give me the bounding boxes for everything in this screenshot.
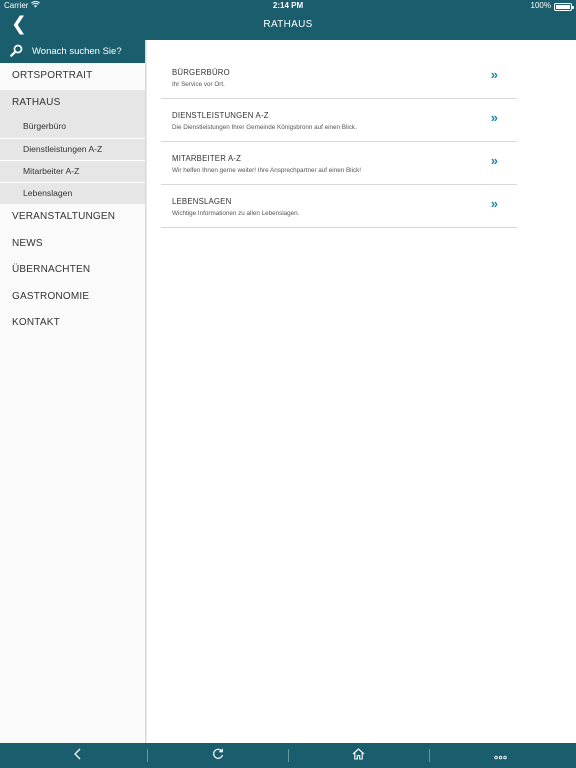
status-time: 2:14 PM xyxy=(272,1,304,10)
sidebar-item-rathaus[interactable]: RATHAUS xyxy=(0,89,145,116)
toolbar-divider xyxy=(147,749,148,762)
list-item-description: Die Dienstleistungen Ihrer Gemeinde Köni… xyxy=(172,124,357,131)
list-item-description: Wir helfen Ihnen gerne weiter! Ihre Ansp… xyxy=(172,167,362,174)
list-item-title: DIENSTLEISTUNGEN A-Z xyxy=(172,111,269,120)
sidebar-subitem-dienstleistungen[interactable]: Dienstleistungen A-Z xyxy=(0,138,145,160)
sidebar-item-news[interactable]: NEWS xyxy=(0,231,145,258)
double-chevron-right-icon: » xyxy=(490,67,498,82)
toolbar-divider xyxy=(429,749,430,762)
sidebar-subitems-rathaus: Bürgerbüro Dienstleistungen A-Z Mitarbei… xyxy=(0,116,145,204)
home-icon xyxy=(352,747,365,765)
toolbar-back-button[interactable] xyxy=(48,743,108,768)
battery-icon xyxy=(554,3,574,11)
sidebar-subitem-mitarbeiter[interactable]: Mitarbeiter A-Z xyxy=(0,160,145,182)
list-item-title: LEBENSLAGEN xyxy=(172,197,232,206)
list-item-title: BÜRGERBÜRO xyxy=(172,68,230,77)
search-input[interactable]: Wonach suchen Sie? xyxy=(0,40,145,63)
sidebar-item-ortsportrait[interactable]: ORTSPORTRAIT xyxy=(0,63,145,90)
more-icon xyxy=(493,747,507,765)
search-icon xyxy=(10,44,32,60)
double-chevron-right-icon: » xyxy=(490,196,498,211)
page-title: RATHAUS xyxy=(263,19,313,30)
battery-info: 100% xyxy=(530,0,574,12)
sidebar-item-uebernachten[interactable]: ÜBERNACHTEN xyxy=(0,257,145,284)
toolbar-more-button[interactable] xyxy=(470,743,530,768)
sidebar-item-veranstaltungen[interactable]: VERANSTALTUNGEN xyxy=(0,204,145,231)
list-item-buergerbuero[interactable]: BÜRGERBÜRO Ihr Service vor Ort. » xyxy=(161,56,517,99)
double-chevron-right-icon: » xyxy=(490,110,498,125)
sidebar-subitem-buergerbuero[interactable]: Bürgerbüro xyxy=(0,116,145,138)
bottom-toolbar xyxy=(0,743,576,768)
list-item-lebenslagen[interactable]: LEBENSLAGEN Wichtige Informationen zu al… xyxy=(161,185,517,228)
toolbar-home-button[interactable] xyxy=(328,743,388,768)
toolbar-refresh-button[interactable] xyxy=(188,743,248,768)
back-icon xyxy=(73,747,83,765)
rathaus-list: BÜRGERBÜRO Ihr Service vor Ort. » DIENST… xyxy=(161,56,517,228)
list-item-mitarbeiter[interactable]: MITARBEITER A-Z Wir helfen Ihnen gerne w… xyxy=(161,142,517,185)
list-item-description: Wichtige Informationen zu allen Lebensla… xyxy=(172,210,300,217)
search-placeholder: Wonach suchen Sie? xyxy=(32,46,122,57)
sidebar-subitem-lebenslagen[interactable]: Lebenslagen xyxy=(0,182,145,204)
list-item-title: MITARBEITER A-Z xyxy=(172,154,242,163)
refresh-icon xyxy=(212,747,224,765)
list-item-dienstleistungen[interactable]: DIENSTLEISTUNGEN A-Z Die Dienstleistunge… xyxy=(161,99,517,142)
main-content: BÜRGERBÜRO Ihr Service vor Ort. » DIENST… xyxy=(147,40,576,743)
list-item-description: Ihr Service vor Ort. xyxy=(172,81,225,88)
sidebar-item-gastronomie[interactable]: GASTRONOMIE xyxy=(0,284,145,311)
status-bar: Carrier 2:14 PM 100% xyxy=(0,0,576,12)
sidebar: Wonach suchen Sie? ORTSPORTRAIT RATHAUS … xyxy=(0,40,149,743)
toolbar-divider xyxy=(288,749,289,762)
top-bar: Carrier 2:14 PM 100% ❮ RATHAUS xyxy=(0,0,576,40)
sidebar-item-kontakt[interactable]: KONTAKT xyxy=(0,310,145,337)
double-chevron-right-icon: » xyxy=(490,153,498,168)
battery-percent: 100% xyxy=(530,1,551,10)
